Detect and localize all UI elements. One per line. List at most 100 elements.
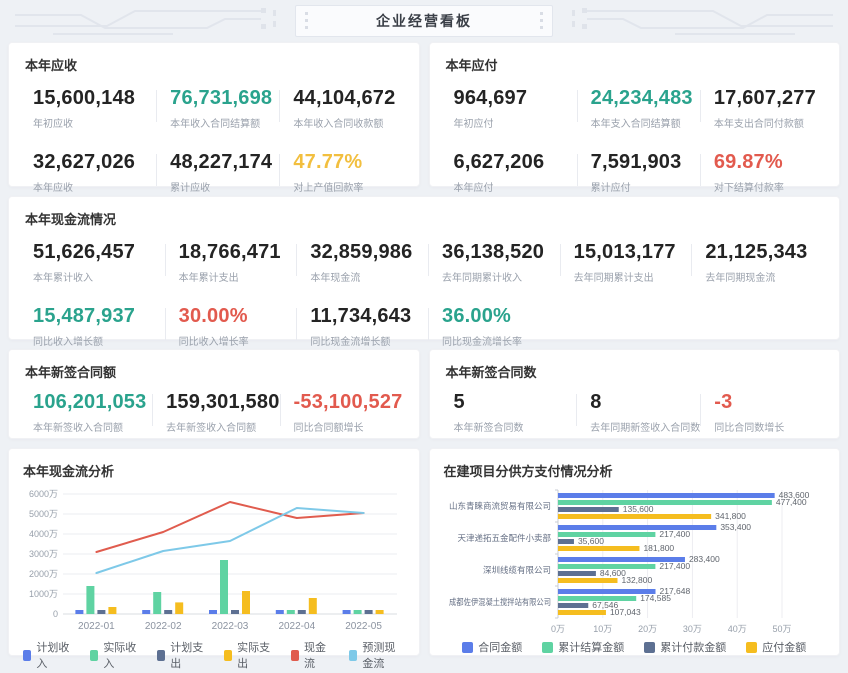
stat-value: 24,234,483: [591, 87, 700, 110]
stat-value: 964,697: [454, 87, 577, 110]
bar: [365, 610, 373, 614]
legend-item[interactable]: 计划收入: [23, 639, 70, 671]
bar: [558, 546, 639, 551]
card-cashflow-chart: 本年现金流分析 01000万2000万3000万4000万5000万6000万2…: [8, 448, 420, 656]
stat-label: 去年同期累计支出: [574, 269, 692, 284]
stat-item: 32,627,026 本年应收: [33, 151, 156, 194]
legend-label: 实际支出: [237, 639, 271, 671]
value-label: 174,585: [640, 593, 671, 603]
stat-value: 7,591,903: [591, 151, 700, 174]
kpi-row-3: 本年新签合同额 106,201,053本年新签收入合同额159,301,580去…: [8, 349, 840, 439]
stat-value: 21,125,343: [705, 241, 823, 264]
legend-item[interactable]: 合同金额: [462, 639, 522, 655]
legend-label: 计划支出: [170, 639, 204, 671]
bar: [558, 493, 775, 498]
stat-label: 本年收入合同收款额: [293, 115, 402, 130]
legend-swatch-icon: [90, 650, 98, 661]
legend-item[interactable]: 实际支出: [224, 639, 271, 671]
stat-item: 76,731,698本年收入合同结算额: [156, 87, 279, 130]
value-label: 341,800: [715, 511, 746, 521]
stat-item: 7,591,903累计应付: [577, 151, 700, 194]
stat-value: 36.00%: [442, 305, 560, 328]
chart-title: 在建项目分供方支付情况分析: [444, 461, 826, 480]
legend-item[interactable]: 实际收入: [90, 639, 137, 671]
legend-item[interactable]: 计划支出: [157, 639, 204, 671]
stat-value: 76,731,698: [170, 87, 279, 110]
stat-label: 本年应收: [33, 179, 156, 194]
bar: [558, 500, 772, 505]
bar: [153, 592, 161, 614]
cashflow-chart-legend: 计划收入 实际收入 计划支出 实际支出 现金流 预测现金流: [23, 639, 405, 671]
x-axis-tick-label: 2022-05: [345, 621, 382, 632]
value-label: 353,400: [720, 522, 751, 532]
stat-label: 同比现金流增长率: [442, 333, 560, 348]
value-label: 217,400: [659, 561, 690, 571]
stat-label: 本年累计收入: [33, 269, 165, 284]
stat-item: 44,104,672本年收入合同收款额: [279, 87, 402, 130]
stat-value: 32,627,026: [33, 151, 156, 174]
category-label: 天津递拓五金配件小卖部: [457, 533, 551, 543]
x-axis-tick-label: 20万: [638, 624, 657, 634]
legend-item[interactable]: 现金流: [291, 639, 329, 671]
stat-label: 本年新签合同数: [454, 419, 577, 434]
legend-label: 应付金额: [762, 639, 806, 655]
bar: [309, 598, 317, 614]
card-contract-amount: 本年新签合同额 106,201,053本年新签收入合同额159,301,580去…: [8, 349, 420, 439]
bar: [175, 602, 183, 614]
chart-row: 本年现金流分析 01000万2000万3000万4000万5000万6000万2…: [8, 448, 840, 656]
bar: [298, 610, 306, 614]
x-axis-tick-label: 40万: [727, 624, 746, 634]
legend-swatch-icon: [23, 650, 31, 661]
value-label: 283,400: [688, 554, 719, 564]
stat-item: 51,626,457 本年累计收入: [33, 241, 165, 284]
legend-item[interactable]: 应付金额: [746, 639, 806, 655]
bar: [276, 610, 284, 614]
stat-label: 本年现金流: [310, 269, 428, 284]
bar: [343, 610, 351, 614]
stat-label: 对下结算付款率: [714, 179, 823, 194]
card-supplier-chart: 在建项目分供方支付情况分析 0万10万20万30万40万50万山东青睐商流贸易有…: [429, 448, 841, 656]
stat-label: 对上产值回款率: [293, 179, 402, 194]
stat-label: 同比现金流增长额: [310, 333, 428, 348]
stat-value: 6,627,206: [454, 151, 577, 174]
stat-item: 48,227,174累计应收: [156, 151, 279, 194]
value-label: 217,400: [659, 529, 690, 539]
bar: [220, 560, 228, 614]
card-title: 本年新签合同数: [446, 362, 824, 381]
legend-item[interactable]: 累计结算金额: [542, 639, 624, 655]
stat-value: 8: [590, 391, 700, 414]
bar: [558, 525, 716, 530]
stat-value: 47.77%: [293, 151, 402, 174]
bar: [108, 607, 116, 614]
stat-label: 去年同期累计收入: [442, 269, 560, 284]
value-label: 181,800: [643, 543, 674, 553]
bar: [558, 507, 619, 512]
supplier-chart-legend: 合同金额 累计结算金额 累计付款金额 应付金额: [444, 639, 826, 655]
title-dots-left: [305, 12, 308, 30]
card-payable: 本年应付 964,697年初应付24,234,483本年支入合同结算额17,60…: [429, 42, 841, 187]
legend-label: 预测现金流: [362, 639, 404, 671]
bar: [75, 610, 83, 614]
legend-item[interactable]: 累计付款金额: [644, 639, 726, 655]
stat-label: 去年新签收入合同额: [166, 419, 279, 434]
category-label: 成都佐伊混凝土搅拌站有限公司: [449, 597, 551, 607]
x-axis-tick-label: 2022-01: [78, 621, 115, 632]
stat-item: 36,138,520去年同期累计收入: [428, 241, 560, 284]
stat-label: 同比合同数增长: [714, 419, 823, 434]
stat-value: 69.87%: [714, 151, 823, 174]
legend-item[interactable]: 预测现金流: [349, 639, 405, 671]
legend-swatch-icon: [349, 650, 357, 661]
card-title: 本年现金流情况: [25, 209, 823, 228]
legend-label: 实际收入: [103, 639, 137, 671]
stats-grid: 15,600,148年初应收76,731,698本年收入合同结算额44,104,…: [25, 87, 403, 194]
stat-item: -3同比合同数增长: [700, 391, 823, 434]
stat-value: 51,626,457: [33, 241, 165, 264]
bar: [558, 610, 606, 615]
circuit-decoration-right: [563, 1, 833, 41]
card-title: 本年应收: [25, 55, 403, 74]
stat-empty: [691, 305, 823, 348]
stat-item: 30.00%同比收入增长率: [165, 305, 297, 348]
legend-label: 现金流: [304, 639, 329, 671]
card-contract-count: 本年新签合同数 5本年新签合同数8去年同期新签收入合同数-3同比合同数增长: [429, 349, 841, 439]
stat-value: 15,013,177: [574, 241, 692, 264]
